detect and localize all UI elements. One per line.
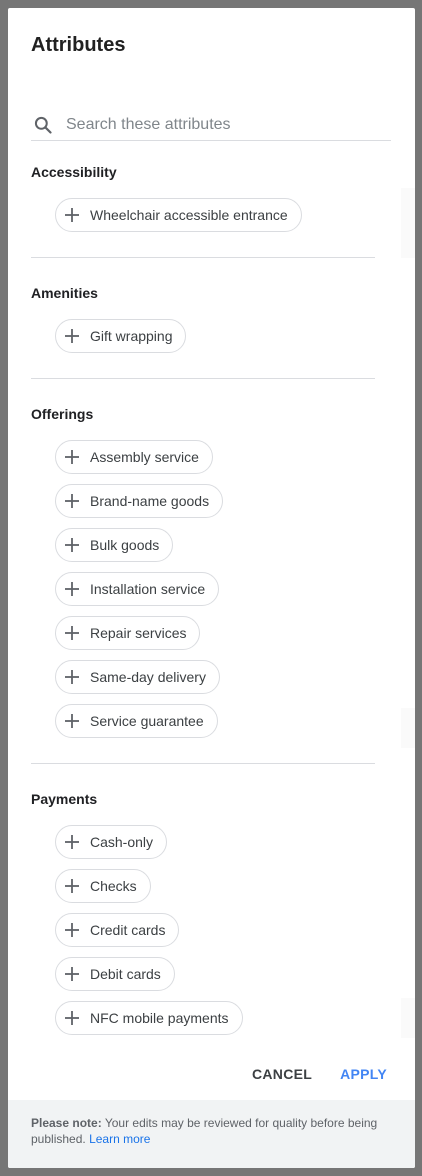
attribute-chip-label: Gift wrapping: [90, 328, 173, 344]
plus-icon: [65, 670, 79, 684]
plus-icon: [65, 967, 79, 981]
review-note-footer: Please note: Your edits may be reviewed …: [8, 1100, 415, 1168]
dialog-actions: CANCEL APPLY: [252, 1066, 387, 1082]
plus-icon: [65, 714, 79, 728]
attribute-chip[interactable]: NFC mobile payments: [55, 1001, 243, 1035]
chip-list-amenities: Gift wrapping: [55, 319, 187, 363]
plus-icon: [65, 450, 79, 464]
section-title-amenities: Amenities: [31, 285, 98, 301]
attribute-chip-label: Cash-only: [90, 834, 154, 850]
attribute-chip-label: Brand-name goods: [90, 493, 210, 509]
note-label: Please note:: [31, 1116, 102, 1130]
attribute-chip[interactable]: Gift wrapping: [55, 319, 187, 353]
attribute-chip-label: Service guarantee: [90, 713, 204, 729]
attribute-chip-label: Installation service: [90, 581, 206, 597]
attribute-chip-label: Bulk goods: [90, 537, 160, 553]
cancel-button[interactable]: CANCEL: [252, 1066, 312, 1082]
attribute-chip-label: Wheelchair accessible entrance: [90, 207, 288, 223]
chip-list-payments: Cash-only Checks Credit cards Debit cards NF…: [55, 825, 243, 1045]
attributes-dialog: Attributes Accessibility Wheelchair acce…: [8, 8, 415, 1168]
section-title-offerings: Offerings: [31, 406, 94, 422]
attribute-chip[interactable]: Assembly service: [55, 440, 213, 474]
dialog-title: Attributes: [31, 34, 126, 56]
attribute-chip-label: Credit cards: [90, 922, 166, 938]
attribute-chip[interactable]: Wheelchair accessible entrance: [55, 198, 302, 232]
section-divider: [31, 378, 375, 379]
attribute-chip-label: Assembly service: [90, 449, 199, 465]
section-title-payments: Payments: [31, 791, 98, 807]
attribute-chip-label: Checks: [90, 878, 137, 894]
background-card-edge: [401, 998, 415, 1038]
plus-icon: [65, 626, 79, 640]
chip-list-offerings: Assembly service Brand-name goods Bulk goo…: [55, 440, 224, 748]
plus-icon: [65, 923, 79, 937]
plus-icon: [65, 538, 79, 552]
attribute-chip[interactable]: Repair services: [55, 616, 201, 650]
plus-icon: [65, 494, 79, 508]
plus-icon: [65, 879, 79, 893]
plus-icon: [65, 208, 79, 222]
attribute-chip[interactable]: Checks: [55, 869, 151, 903]
plus-icon: [65, 582, 79, 596]
background-card-edge: [401, 188, 415, 258]
attribute-chip[interactable]: Same-day delivery: [55, 660, 220, 694]
search-icon: [34, 116, 52, 134]
attribute-chip[interactable]: Brand-name goods: [55, 484, 224, 518]
attribute-chip-label: Debit cards: [90, 966, 161, 982]
search-input[interactable]: [66, 113, 386, 137]
section-divider: [31, 763, 375, 764]
attribute-chip[interactable]: Debit cards: [55, 957, 175, 991]
attribute-chip[interactable]: Service guarantee: [55, 704, 218, 738]
attribute-chip[interactable]: Credit cards: [55, 913, 180, 947]
attribute-chip[interactable]: Cash-only: [55, 825, 168, 859]
plus-icon: [65, 329, 79, 343]
attribute-chip[interactable]: Installation service: [55, 572, 220, 606]
plus-icon: [65, 1011, 79, 1025]
section-title-accessibility: Accessibility: [31, 164, 117, 180]
section-divider: [31, 257, 375, 258]
attribute-chip-label: Repair services: [90, 625, 187, 641]
attribute-chip-label: Same-day delivery: [90, 669, 206, 685]
chip-list-accessibility: Wheelchair accessible entrance: [55, 198, 302, 242]
plus-icon: [65, 835, 79, 849]
learn-more-link[interactable]: Learn more: [89, 1132, 150, 1146]
attribute-chip-label: NFC mobile payments: [90, 1010, 229, 1026]
background-card-edge: [401, 708, 415, 748]
search-field[interactable]: [31, 112, 391, 141]
apply-button[interactable]: APPLY: [340, 1066, 387, 1082]
attribute-chip[interactable]: Bulk goods: [55, 528, 174, 562]
